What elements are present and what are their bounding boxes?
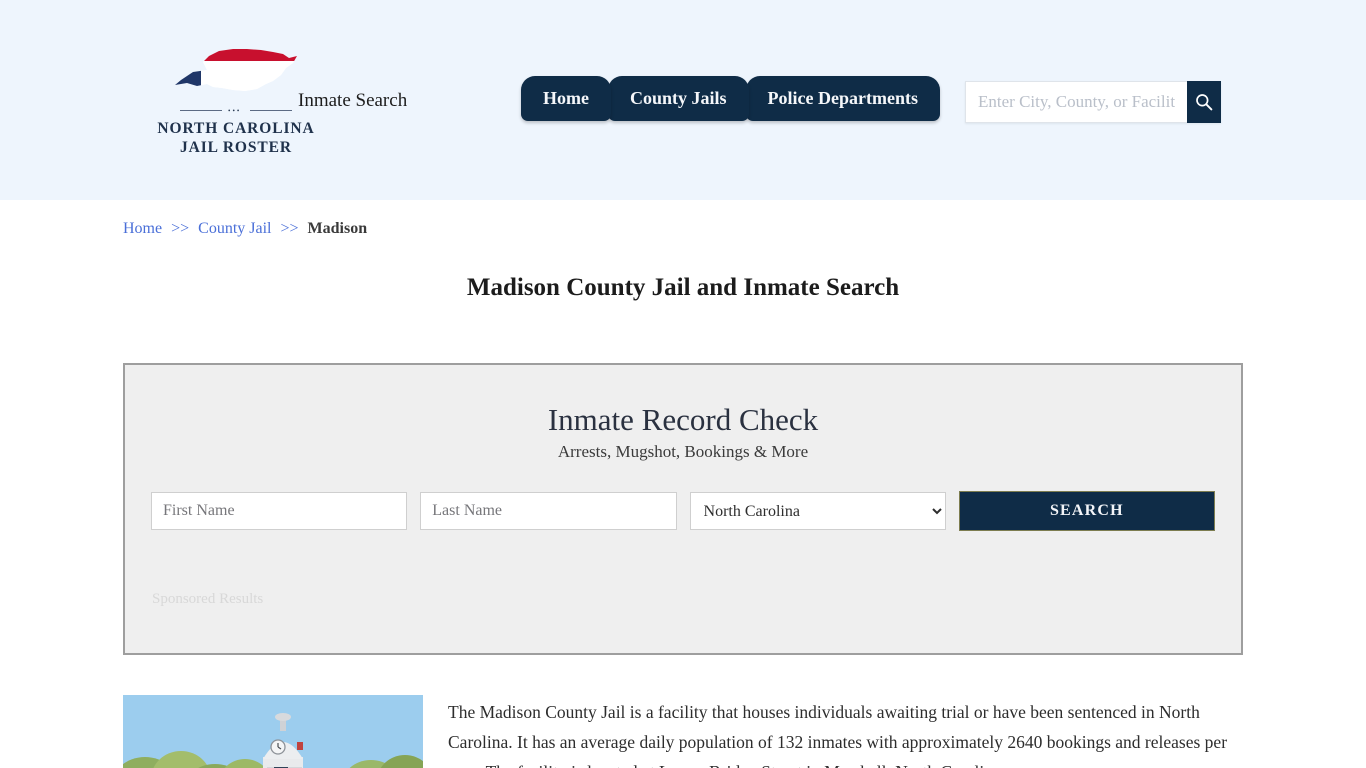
first-name-input[interactable] — [151, 492, 408, 530]
header-search — [965, 81, 1221, 123]
breadcrumb-separator-2: >> — [280, 220, 299, 237]
main-navigation: Home County Jails Police Departments — [521, 76, 940, 121]
state-select[interactable]: North Carolina — [689, 492, 946, 530]
north-carolina-map-icon: C — [173, 40, 299, 102]
search-icon — [1196, 94, 1213, 111]
site-header: C ••• NORTH CAROLINA JAIL ROSTER Inmate … — [0, 0, 1366, 200]
nav-item-county-jails[interactable]: County Jails — [607, 76, 749, 121]
site-tagline: Inmate Search — [298, 90, 408, 111]
inmate-record-check-panel: Inmate Record Check Arrests, Mugshot, Bo… — [123, 363, 1243, 655]
header-search-button[interactable] — [1187, 81, 1221, 123]
record-panel-subtitle: Arrests, Mugshot, Bookings & More — [557, 442, 809, 461]
breadcrumb-link-county-jail[interactable]: County Jail — [198, 220, 271, 237]
logo-divider-dots: ••• — [228, 107, 242, 115]
header-search-input[interactable] — [965, 81, 1187, 123]
breadcrumb-current-madison: Madison — [307, 220, 368, 237]
inmate-search-submit-button[interactable]: SEARCH — [958, 491, 1216, 531]
main-content: Home >> County Jail >> Madison Madison C… — [123, 200, 1243, 768]
header-inner: C ••• NORTH CAROLINA JAIL ROSTER Inmate … — [123, 0, 1243, 200]
logo-text: NORTH CAROLINA JAIL ROSTER — [156, 119, 316, 157]
jail-description-text: The Madison County Jail is a facility th… — [448, 702, 1228, 768]
svg-text:C: C — [180, 59, 192, 78]
breadcrumb-link-home[interactable]: Home — [123, 220, 162, 237]
page-title: Madison County Jail and Inmate Search — [466, 274, 900, 301]
logo-line-1: NORTH CAROLINA — [157, 120, 315, 137]
inmate-search-form: North Carolina SEARCH — [125, 491, 1241, 531]
logo-divider: ••• — [180, 106, 292, 116]
nav-item-police-departments[interactable]: Police Departments — [745, 76, 940, 121]
sponsored-results-label: Sponsored Results — [152, 591, 264, 607]
courthouse-photo — [123, 695, 423, 768]
record-panel-title: Inmate Record Check — [547, 402, 819, 437]
nav-item-home[interactable]: Home — [521, 76, 611, 121]
breadcrumb-separator-1: >> — [171, 220, 190, 237]
breadcrumb: Home >> County Jail >> Madison — [123, 200, 1243, 238]
last-name-input[interactable] — [420, 492, 677, 530]
site-logo[interactable]: C ••• NORTH CAROLINA JAIL ROSTER — [156, 40, 316, 157]
jail-description-section: The Madison County Jail is a facility th… — [123, 695, 1243, 768]
logo-line-2: JAIL ROSTER — [180, 139, 292, 156]
